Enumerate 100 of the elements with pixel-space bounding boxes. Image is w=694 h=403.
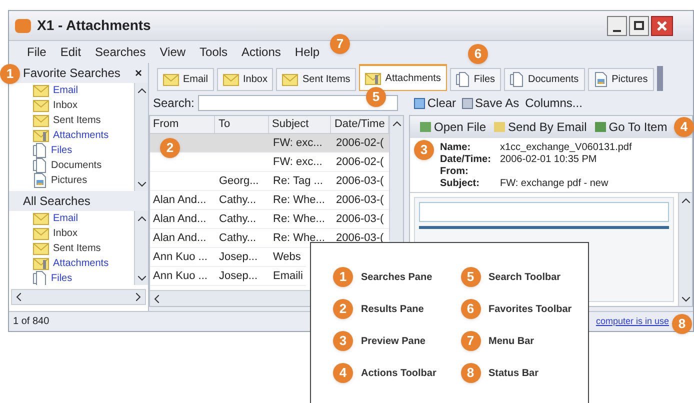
document-icon xyxy=(33,143,47,158)
menu-item[interactable]: Edit xyxy=(60,43,82,61)
legend-label: Search Toolbar xyxy=(488,270,561,284)
horizontal-scrollbar[interactable] xyxy=(11,289,146,305)
number-badge: 8 xyxy=(460,363,480,383)
column-header[interactable]: To xyxy=(215,116,270,133)
table-cell: Josep... xyxy=(219,270,258,282)
table-cell: Webs xyxy=(273,250,301,263)
toolbar-button[interactable]: Clear xyxy=(414,94,456,112)
picture-icon xyxy=(594,72,608,87)
toolbar-button[interactable]: Save As xyxy=(462,94,520,112)
search-item[interactable]: Sent Items xyxy=(33,113,134,128)
number-badge: 6 xyxy=(460,299,480,319)
number-badge: 1 xyxy=(0,64,20,84)
number-badge: 7 xyxy=(460,331,480,351)
number-badge: 1 xyxy=(333,267,353,287)
table-cell: Re: Whe... xyxy=(273,232,325,244)
table-cell: Cathy... xyxy=(219,194,256,206)
favorite-tab[interactable]: Email xyxy=(157,68,214,91)
table-cell: Emaili xyxy=(273,270,303,282)
search-item[interactable]: Sent Items xyxy=(33,241,134,256)
legend-label: Results Pane xyxy=(361,302,424,316)
field-value: 2006-02-01 10:35 PM xyxy=(500,152,597,166)
field-value: x1cc_exchange_V060131.pdf xyxy=(500,140,632,154)
field-label: Date/Time: xyxy=(440,152,492,166)
status-link[interactable]: computer is in use xyxy=(596,314,669,328)
table-cell: Alan And... xyxy=(153,232,206,244)
menu-item[interactable]: Actions xyxy=(242,43,281,61)
search-item[interactable]: Inbox xyxy=(33,98,134,113)
toolbar-grip[interactable] xyxy=(656,66,663,91)
menu-item[interactable]: Help xyxy=(294,43,320,61)
menu-item[interactable]: File xyxy=(27,43,46,61)
legend-label: Preview Pane xyxy=(361,334,426,348)
table-cell: Alan And... xyxy=(153,194,206,206)
pane-header: Favorite Searches xyxy=(23,65,120,82)
toolbar-button[interactable]: Columns... xyxy=(525,94,582,112)
maximize-button[interactable] xyxy=(629,16,649,36)
favorite-tab[interactable]: Inbox xyxy=(217,68,274,91)
scrollbar[interactable] xyxy=(678,193,692,306)
table-cell: 2006-02-( xyxy=(336,156,384,168)
legend-label: Searches Pane xyxy=(361,270,432,284)
favorite-tab[interactable]: Files xyxy=(450,68,502,91)
table-cell: 2006-02-( xyxy=(336,136,384,149)
table-cell: Re: Whe... xyxy=(273,194,325,206)
number-badge: 4 xyxy=(333,363,353,383)
app-logo-icon xyxy=(15,18,31,32)
legend-label: Menu Bar xyxy=(488,334,534,348)
document-icon xyxy=(510,72,524,87)
scrollbar[interactable] xyxy=(134,83,148,191)
search-item[interactable]: Pictures xyxy=(33,173,134,188)
search-item[interactable]: Files xyxy=(33,143,134,158)
table-cell: Alan And... xyxy=(153,212,206,225)
table-cell: Georg... xyxy=(219,174,259,187)
menu-item[interactable]: Searches xyxy=(95,43,146,61)
pane-header: All Searches xyxy=(23,193,90,210)
number-badge: 3 xyxy=(333,331,353,351)
table-cell: 2006-03-( xyxy=(336,194,384,206)
envelope-clip-icon xyxy=(33,129,49,142)
favorite-tab[interactable]: Sent Items xyxy=(276,68,356,91)
table-cell: Re: Tag ... xyxy=(273,174,323,187)
column-header[interactable]: From xyxy=(150,116,216,133)
table-cell: Josep... xyxy=(219,250,258,263)
menu-item[interactable]: View xyxy=(160,43,186,61)
envelope-clip-icon xyxy=(365,72,382,84)
envelope-clip-icon xyxy=(33,257,49,270)
search-item[interactable]: Documents xyxy=(33,158,134,173)
scrollbar[interactable] xyxy=(389,116,403,240)
favorite-tab[interactable]: Documents xyxy=(504,68,585,91)
search-item[interactable]: Attachments xyxy=(33,128,134,143)
table-cell: FW: exc... xyxy=(273,136,322,149)
search-label: Search: xyxy=(153,95,194,112)
minimize-button[interactable] xyxy=(607,16,627,36)
close-icon xyxy=(657,20,667,30)
search-item[interactable]: Email xyxy=(33,83,134,98)
action-button[interactable]: Go To Item xyxy=(594,118,668,136)
scroll-right-icon[interactable] xyxy=(136,293,141,301)
scroll-left-icon[interactable] xyxy=(154,294,159,302)
scroll-left-icon[interactable] xyxy=(16,293,21,301)
search-item[interactable]: Attachments xyxy=(33,256,134,271)
legend-label: Status Bar xyxy=(488,366,539,380)
document-icon xyxy=(456,72,470,87)
field-label: Name: xyxy=(440,140,472,154)
picture-icon xyxy=(33,173,47,188)
number-badge: 2 xyxy=(333,299,353,319)
search-item[interactable]: Inbox xyxy=(33,226,134,241)
document-icon xyxy=(33,158,47,173)
close-button[interactable] xyxy=(651,16,673,36)
legend-label: Favorites Toolbar xyxy=(488,302,572,316)
close-pane-button[interactable]: × xyxy=(134,64,142,82)
action-button[interactable]: Open File xyxy=(420,118,486,136)
column-header[interactable]: Subject xyxy=(269,116,332,133)
favorite-tab[interactable]: Pictures xyxy=(588,68,654,91)
menu-item[interactable]: Tools xyxy=(200,43,228,61)
favorite-tab[interactable]: Attachments xyxy=(359,64,447,91)
action-button[interactable]: Send By Email xyxy=(494,118,587,136)
search-item[interactable]: Email xyxy=(33,211,134,226)
table-cell: Cathy... xyxy=(219,212,256,225)
search-item[interactable]: Files xyxy=(33,271,134,285)
number-badge: 5 xyxy=(460,267,480,287)
scrollbar[interactable] xyxy=(134,211,148,285)
